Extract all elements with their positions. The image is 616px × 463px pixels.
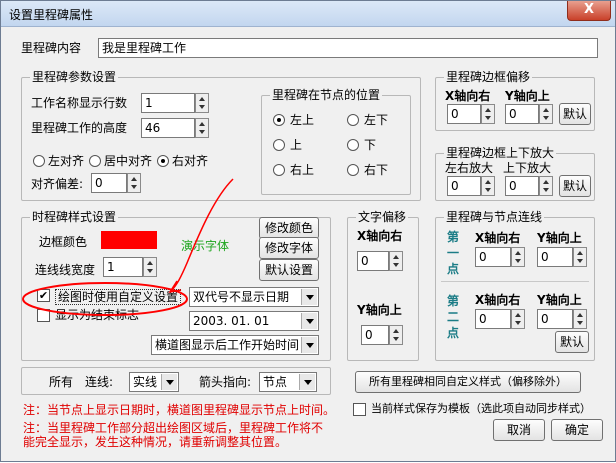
annotation-overlay (22, 178, 234, 316)
annotation-circle (22, 282, 188, 316)
annotation-arrow-line (170, 178, 234, 292)
dialog-window: 设置里程碑属性 X 里程碑内容 我是里程碑工作 里程碑参数设置 工作名称显示行数… (0, 0, 616, 462)
